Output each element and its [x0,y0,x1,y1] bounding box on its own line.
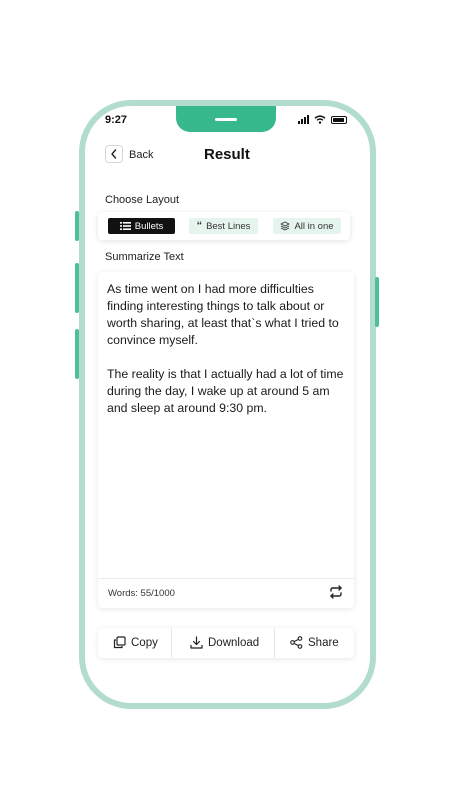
page-title: Result [204,146,250,163]
word-count: Words: 55/1000 [108,588,175,599]
download-button[interactable]: Download [190,636,259,649]
status-icons [298,115,347,124]
battery-icon [331,115,347,124]
share-button[interactable]: Share [290,636,339,649]
copy-icon [113,636,126,649]
choose-layout-heading: Choose Layout [105,194,179,206]
download-label: Download [208,636,260,649]
back-label[interactable]: Back [129,149,153,161]
notch-indicator [215,118,237,121]
summarize-text-heading: Summarize Text [105,251,184,263]
chevron-left-icon [111,149,117,159]
layout-option-all-in-one[interactable]: All in one [273,218,341,234]
share-icon [290,636,303,649]
phone-side-button-left-bottom [75,329,79,379]
quote-icon: “ [196,220,203,232]
share-label: Share [308,636,339,649]
summary-text-area[interactable]: As time went on I had more difficulties … [107,281,351,434]
phone-side-button-left-mid [75,263,79,313]
wifi-icon [314,115,326,124]
list-icon [119,222,131,230]
phone-side-button-right [375,277,379,327]
regenerate-button[interactable] [328,585,344,599]
layout-option-best-lines[interactable]: “ Best Lines [189,218,258,234]
layout-option-label: Best Lines [206,220,251,232]
status-time: 9:27 [105,114,128,126]
signal-icon [298,115,309,124]
download-icon [190,636,203,649]
copy-label: Copy [131,636,158,649]
back-button[interactable] [105,145,123,163]
layers-icon [281,221,290,231]
phone-side-button-left-top [75,211,79,241]
action-divider [274,628,275,658]
action-divider [171,628,172,658]
copy-button[interactable]: Copy [113,636,158,649]
summary-paragraph: The reality is that I actually had a lot… [107,367,344,415]
layout-option-label: All in one [294,220,334,232]
card-divider [98,578,354,579]
refresh-icon [330,585,342,599]
summary-paragraph: As time went on I had more difficulties … [107,282,339,347]
layout-option-bullets[interactable]: Bullets [108,218,175,234]
layout-option-label: Bullets [134,220,164,232]
